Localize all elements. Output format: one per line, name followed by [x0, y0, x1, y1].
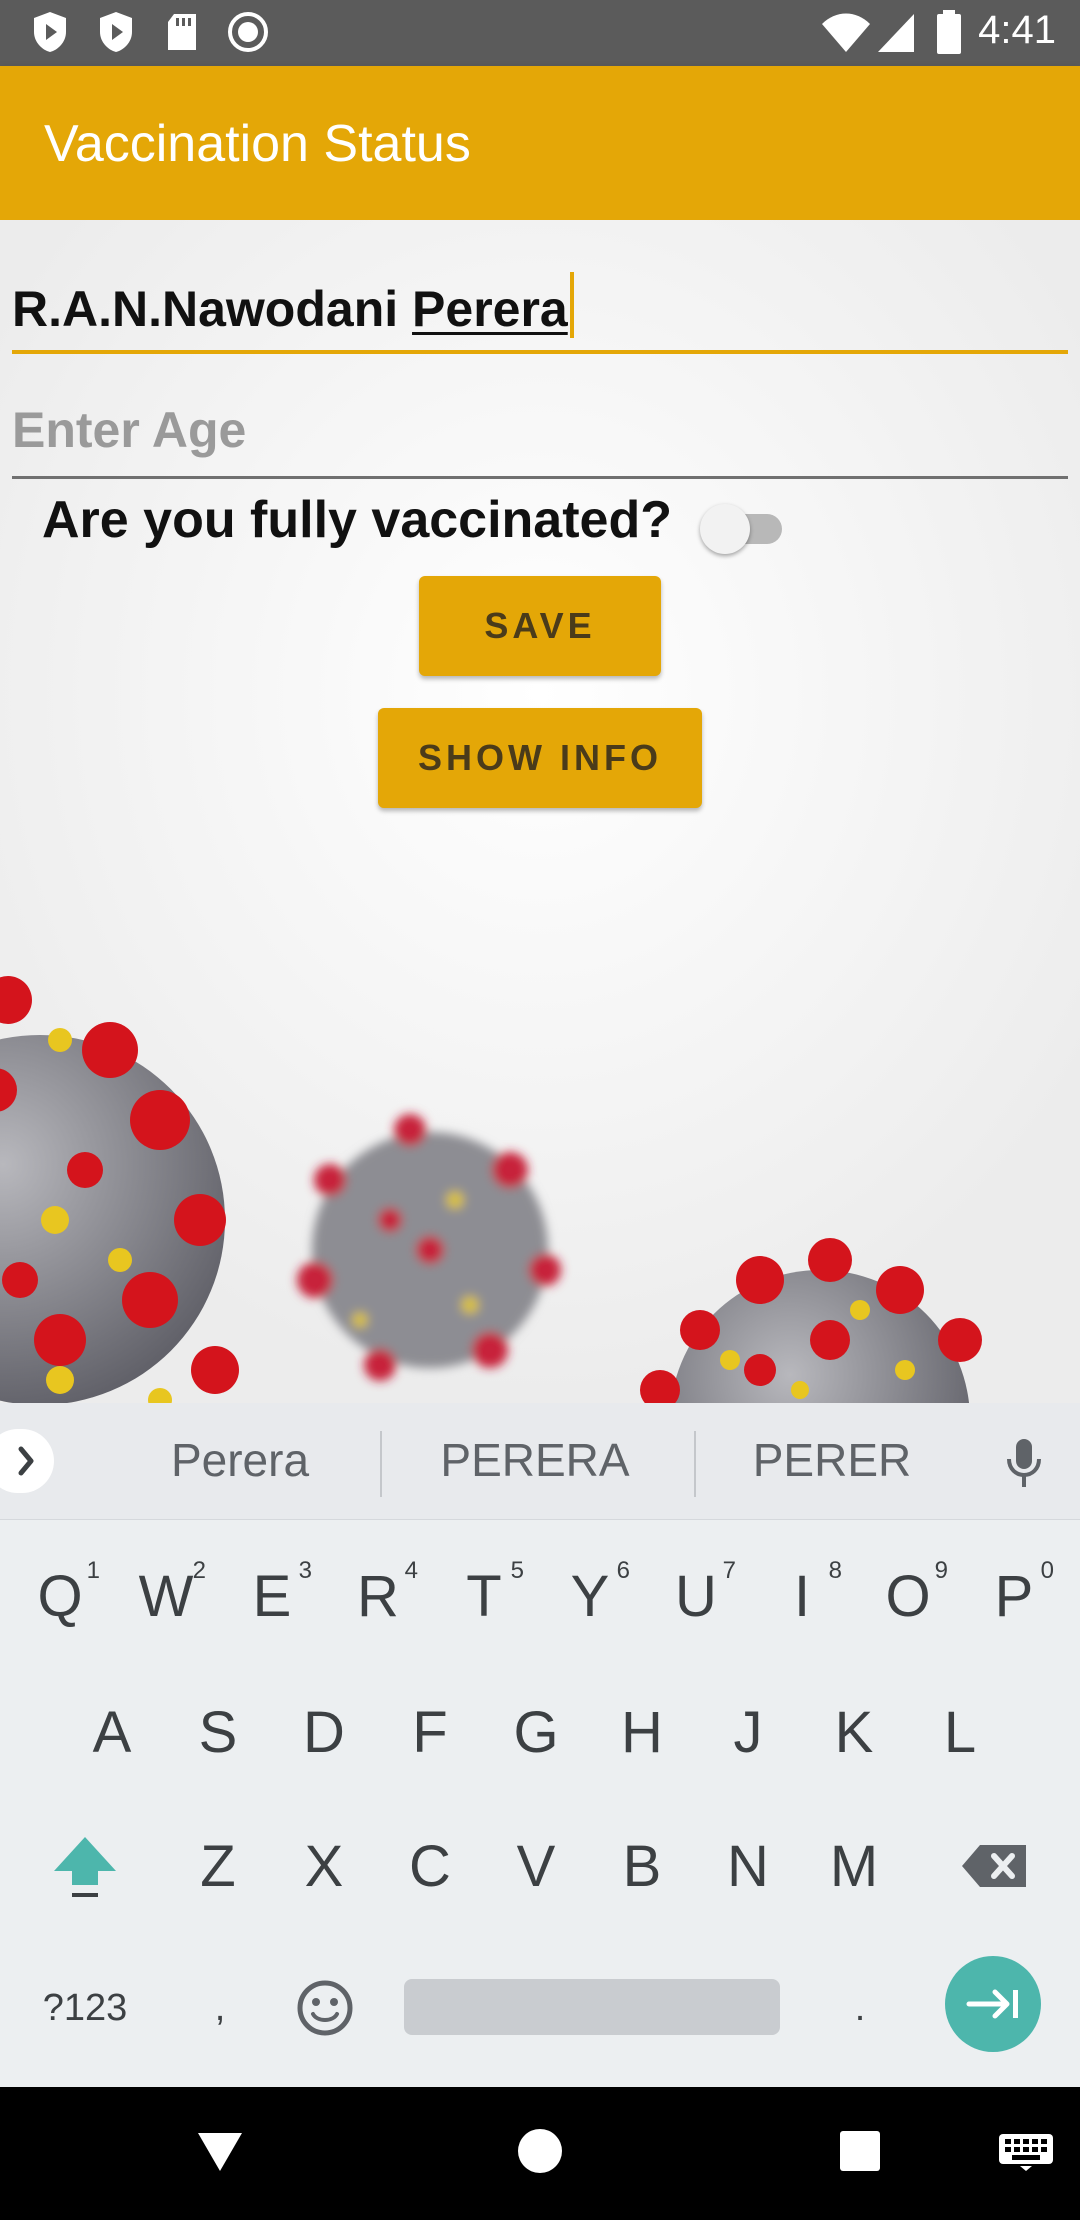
key-c[interactable]: C: [390, 1821, 470, 1911]
key-o[interactable]: O9: [868, 1551, 948, 1641]
key-hint: 6: [616, 1557, 630, 1584]
sd-card-icon: [168, 14, 196, 50]
key-d[interactable]: D: [284, 1687, 364, 1777]
emoji-key[interactable]: [280, 1963, 370, 2053]
key-x[interactable]: X: [284, 1821, 364, 1911]
key-k[interactable]: K: [814, 1687, 894, 1777]
battery-icon: [937, 10, 961, 54]
key-w[interactable]: W2: [126, 1551, 206, 1641]
key-g[interactable]: G: [496, 1687, 576, 1777]
space-key[interactable]: [404, 1979, 780, 2035]
key-label: W: [138, 1563, 194, 1629]
soft-keyboard: Perera PERERA PERER Q1 W2 E3 R4 T5 Y6 U7…: [0, 1403, 1080, 2087]
key-hint: 4: [404, 1557, 418, 1584]
key-label: R: [357, 1563, 399, 1629]
microphone-icon[interactable]: [1004, 1437, 1044, 1489]
suggestions-expand-button[interactable]: [0, 1429, 54, 1493]
vaccinated-switch[interactable]: [700, 498, 790, 558]
emoji-icon: [297, 1980, 353, 2036]
age-field[interactable]: [12, 380, 1068, 479]
clock: 4:41: [978, 8, 1056, 52]
key-f[interactable]: F: [390, 1687, 470, 1777]
home-icon[interactable]: [516, 2127, 564, 2175]
show-info-button[interactable]: SHOW INFO: [378, 708, 702, 808]
key-z[interactable]: Z: [178, 1821, 258, 1911]
key-label: Q: [37, 1563, 83, 1629]
key-label: U: [675, 1563, 717, 1629]
key-label: Y: [570, 1563, 610, 1629]
key-hint: 3: [298, 1557, 312, 1584]
key-hint: 7: [722, 1557, 736, 1584]
vaccinated-label: Are you fully vaccinated?: [42, 491, 672, 549]
page-title: Vaccination Status: [44, 115, 471, 173]
record-icon: [228, 12, 268, 52]
switch-thumb: [700, 504, 750, 554]
suggestion-divider: [694, 1431, 696, 1497]
key-hint: 0: [1040, 1557, 1054, 1584]
cell-signal-icon: [878, 14, 914, 52]
recents-icon[interactable]: [838, 2127, 882, 2175]
key-r[interactable]: R4: [338, 1551, 418, 1641]
main-content: R.A.N.Nawodani Perera Are you fully vacc…: [0, 220, 1080, 1403]
key-m[interactable]: M: [814, 1821, 894, 1911]
suggestion-2[interactable]: PERERA: [425, 1433, 645, 1487]
wifi-icon: [822, 13, 870, 52]
key-label: O: [885, 1563, 931, 1629]
navigation-bar: [0, 2087, 1080, 2220]
back-icon[interactable]: [196, 2127, 244, 2175]
shift-key[interactable]: [40, 1821, 130, 1911]
enter-key[interactable]: [945, 1956, 1041, 2052]
name-field[interactable]: R.A.N.Nawodani Perera: [12, 250, 1068, 354]
age-input[interactable]: [12, 400, 1012, 460]
key-t[interactable]: T5: [444, 1551, 524, 1641]
key-j[interactable]: J: [708, 1687, 788, 1777]
key-v[interactable]: V: [496, 1821, 576, 1911]
key-a[interactable]: A: [72, 1687, 152, 1777]
comma-key[interactable]: ,: [180, 1963, 260, 2053]
save-button[interactable]: SAVE: [419, 576, 661, 676]
name-field-value: R.A.N.Nawodani: [12, 281, 413, 337]
key-hint: 8: [828, 1557, 842, 1584]
key-n[interactable]: N: [708, 1821, 788, 1911]
backspace-key[interactable]: [950, 1821, 1040, 1911]
key-hint: 2: [192, 1557, 206, 1584]
suggestion-1[interactable]: Perera: [130, 1433, 350, 1487]
key-u[interactable]: U7: [656, 1551, 736, 1641]
key-label: E: [252, 1563, 292, 1629]
name-field-composing-text: Perera: [412, 281, 568, 337]
key-e[interactable]: E3: [232, 1551, 312, 1641]
key-p[interactable]: P0: [974, 1551, 1054, 1641]
app-bar: Vaccination Status: [0, 66, 1080, 220]
key-hint: 9: [934, 1557, 948, 1584]
symbols-key[interactable]: ?123: [30, 1963, 140, 2053]
key-y[interactable]: Y6: [550, 1551, 630, 1641]
key-s[interactable]: S: [178, 1687, 258, 1777]
key-h[interactable]: H: [602, 1687, 682, 1777]
keyboard-switch-icon[interactable]: [998, 2133, 1054, 2171]
shift-icon: [54, 1837, 116, 1897]
key-label: T: [466, 1563, 502, 1629]
key-i[interactable]: I8: [762, 1551, 842, 1641]
suggestion-3[interactable]: PERER: [722, 1433, 942, 1487]
text-cursor: [569, 272, 574, 338]
shield-play-icon: [34, 12, 66, 52]
status-bar: 4:41: [0, 0, 1080, 66]
suggestion-strip: Perera PERERA PERER: [0, 1403, 1080, 1520]
key-l[interactable]: L: [920, 1687, 1000, 1777]
key-hint: 1: [86, 1557, 100, 1584]
name-field-text: R.A.N.Nawodani Perera: [12, 272, 574, 338]
play-protect-icon: [100, 12, 132, 52]
key-label: I: [793, 1563, 811, 1629]
key-q[interactable]: Q1: [20, 1551, 100, 1641]
next-field-icon: [966, 1989, 1018, 2019]
backspace-icon: [962, 1845, 1026, 1887]
chevron-right-icon: [18, 1446, 34, 1476]
period-key[interactable]: .: [820, 1963, 900, 2053]
key-label: P: [994, 1563, 1034, 1629]
key-hint: 5: [510, 1557, 524, 1584]
suggestion-divider: [380, 1431, 382, 1497]
key-b[interactable]: B: [602, 1821, 682, 1911]
